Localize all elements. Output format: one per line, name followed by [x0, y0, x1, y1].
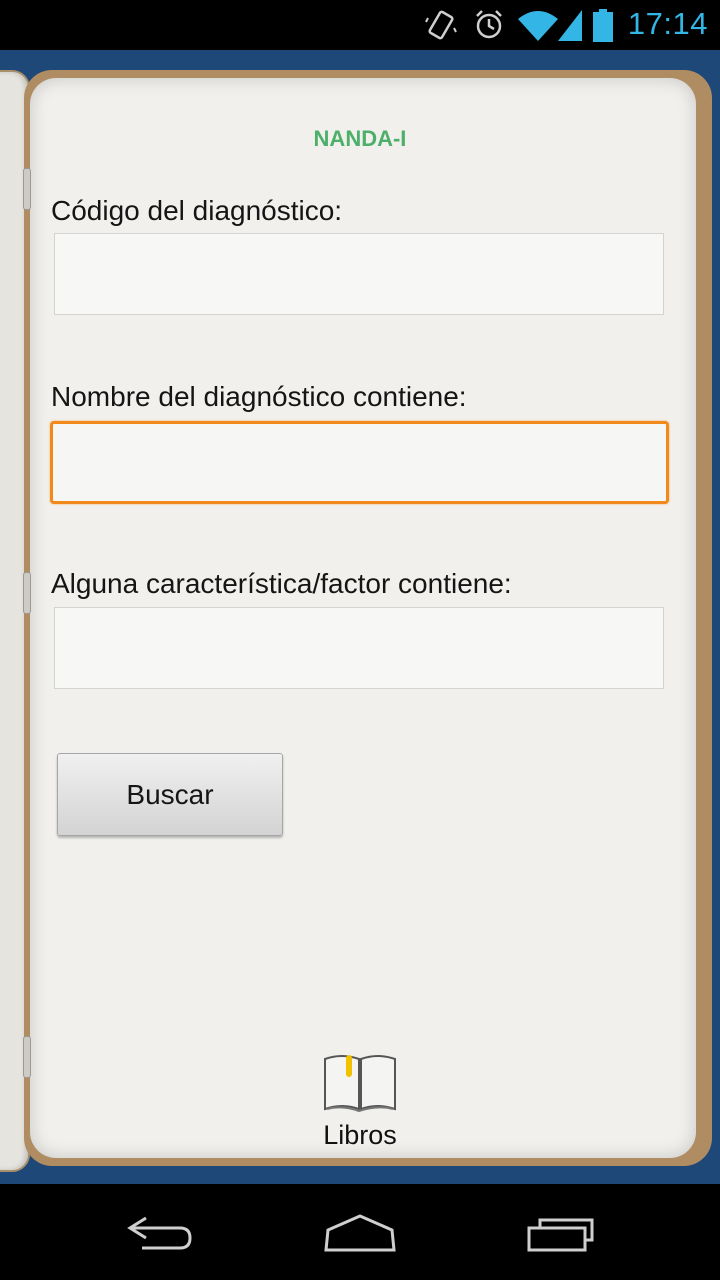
wifi-icon [518, 11, 558, 41]
binder-ring [23, 572, 31, 614]
recent-apps-icon[interactable] [526, 1210, 598, 1254]
search-button[interactable]: Buscar [57, 753, 283, 836]
alarm-icon [476, 10, 502, 39]
code-label: Código del diagnóstico: [51, 195, 343, 226]
binder-ring [23, 168, 31, 210]
open-book-icon[interactable] [322, 1053, 398, 1113]
status-bar: 17:14 [0, 0, 720, 50]
characteristic-input[interactable] [54, 607, 664, 689]
back-icon[interactable] [124, 1210, 196, 1254]
vibrate-icon [425, 10, 457, 40]
binder-ring [23, 1036, 31, 1078]
battery-icon [593, 9, 613, 42]
books-label[interactable]: Libros [0, 1120, 720, 1151]
name-label: Nombre del diagnóstico contiene: [51, 381, 467, 412]
home-icon[interactable] [322, 1210, 398, 1254]
name-input[interactable] [50, 421, 669, 504]
code-input[interactable] [54, 233, 664, 315]
signal-icon [558, 10, 582, 41]
status-time: 17:14 [627, 6, 708, 41]
page-title: NANDA-I [313, 126, 407, 151]
characteristic-label: Alguna característica/factor contiene: [51, 568, 512, 599]
